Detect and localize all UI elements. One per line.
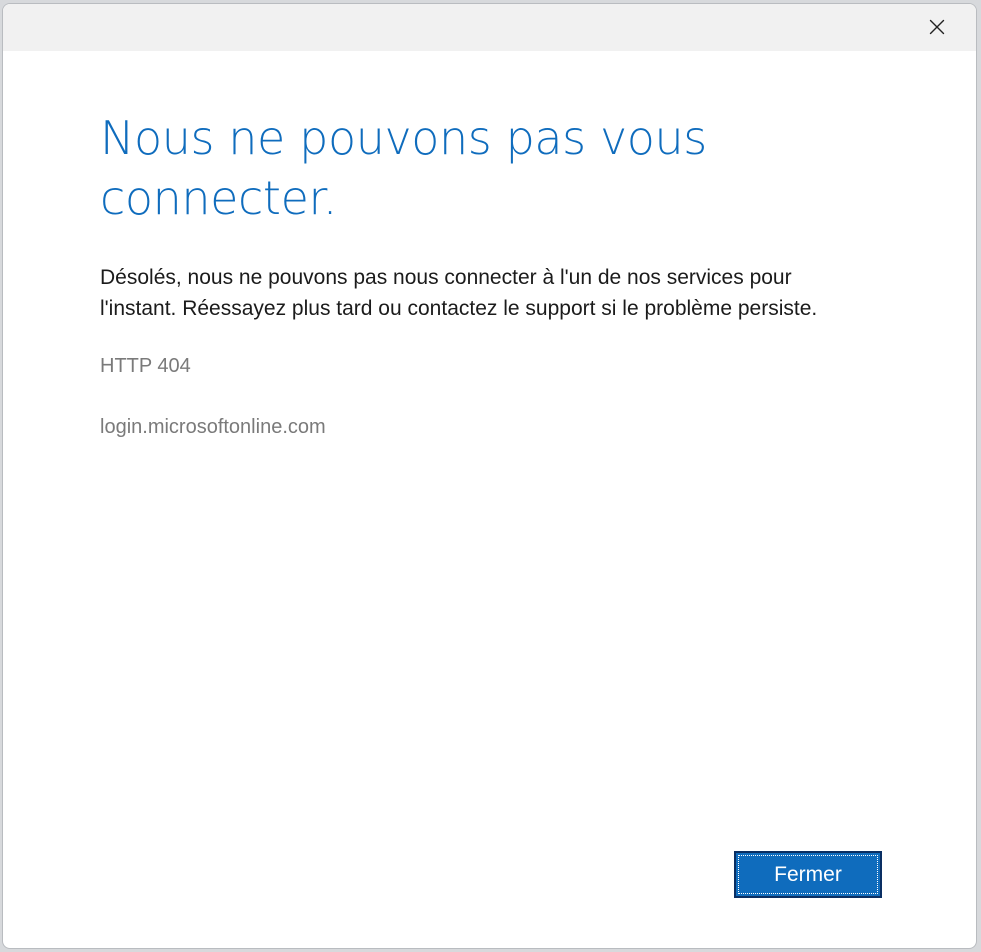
http-status-code: HTTP 404 bbox=[100, 355, 191, 377]
title-bar bbox=[3, 4, 976, 51]
error-dialog: Nous ne pouvons pas vous connecter. Déso… bbox=[2, 3, 977, 949]
close-icon bbox=[929, 19, 945, 35]
server-host: login.microsoftonline.com bbox=[100, 416, 326, 438]
dialog-content: Nous ne pouvons pas vous connecter. Déso… bbox=[100, 108, 880, 441]
window-close-button[interactable] bbox=[908, 6, 966, 48]
fermer-button[interactable]: Fermer bbox=[734, 851, 882, 898]
fermer-button-label: Fermer bbox=[774, 863, 842, 886]
error-message: Désolés, nous ne pouvons pas nous connec… bbox=[100, 266, 818, 320]
error-heading: Nous ne pouvons pas vous connecter. bbox=[100, 111, 707, 225]
